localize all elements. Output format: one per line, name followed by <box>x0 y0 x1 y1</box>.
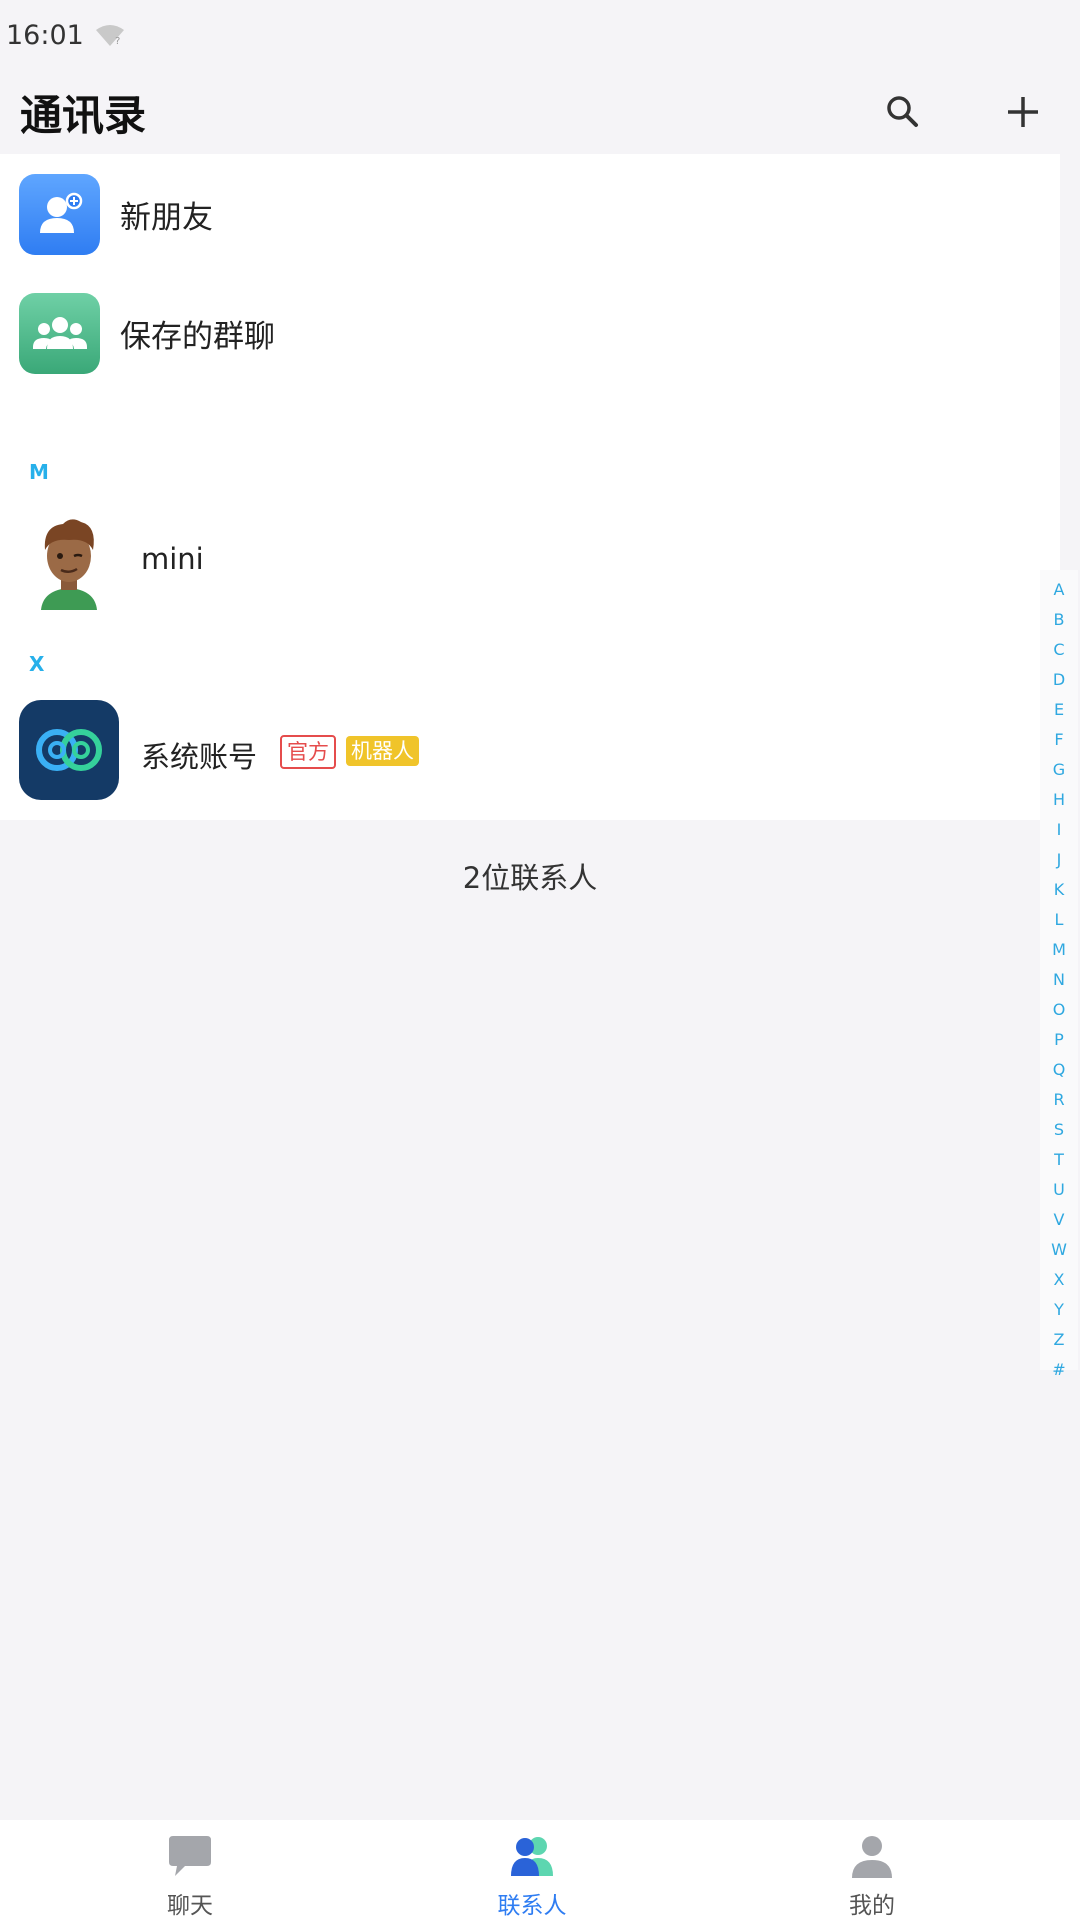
system-logo-avatar <box>19 700 119 800</box>
index-letter[interactable]: C <box>1040 640 1078 659</box>
index-letter[interactable]: N <box>1040 970 1078 989</box>
index-letter[interactable]: G <box>1040 760 1078 779</box>
add-friend-icon <box>19 174 100 255</box>
group-icon <box>19 293 100 374</box>
index-letter[interactable]: J <box>1040 850 1078 869</box>
search-icon <box>887 96 918 127</box>
index-letter[interactable]: Q <box>1040 1060 1078 1079</box>
index-letter[interactable]: E <box>1040 700 1078 719</box>
index-letter[interactable]: R <box>1040 1090 1078 1109</box>
tab-chat[interactable]: 聊天 <box>130 1820 250 1920</box>
search-button[interactable] <box>875 84 931 140</box>
new-friends-entry[interactable]: 新朋友 <box>0 174 1040 255</box>
index-letter[interactable]: D <box>1040 670 1078 689</box>
index-letter[interactable]: T <box>1040 1150 1078 1169</box>
official-badge: 官方 <box>280 735 336 769</box>
index-letter[interactable]: S <box>1040 1120 1078 1139</box>
section-header-m: M <box>29 460 49 484</box>
bottom-tab-bar: 聊天 联系人 我的 <box>0 1820 1080 1920</box>
contact-row[interactable]: mini <box>0 510 1040 610</box>
index-letter[interactable]: Y <box>1040 1300 1078 1319</box>
tab-chat-label: 聊天 <box>167 1893 213 1919</box>
index-letter[interactable]: F <box>1040 730 1078 749</box>
index-letter[interactable]: M <box>1040 940 1078 959</box>
saved-groups-entry[interactable]: 保存的群聊 <box>0 293 1040 374</box>
index-letter[interactable]: A <box>1040 580 1078 599</box>
profile-icon <box>852 1836 892 1878</box>
header: 通讯录 <box>0 70 1080 154</box>
index-letter[interactable]: X <box>1040 1270 1078 1289</box>
index-letter[interactable]: V <box>1040 1210 1078 1229</box>
new-friends-label: 新朋友 <box>120 200 213 236</box>
index-letter[interactable]: I <box>1040 820 1078 839</box>
tab-me-label: 我的 <box>849 1893 895 1919</box>
contact-count: 2位联系人 <box>462 861 598 895</box>
section-header-x: X <box>29 652 45 676</box>
plus-icon <box>1008 97 1038 127</box>
index-letter[interactable]: B <box>1040 610 1078 629</box>
svg-text:?: ? <box>115 36 120 47</box>
contact-row[interactable]: 系统账号 官方 机器人 <box>0 700 1040 800</box>
index-letter[interactable]: K <box>1040 880 1078 899</box>
add-button[interactable] <box>995 84 1051 140</box>
index-letter[interactable]: # <box>1040 1360 1078 1379</box>
tab-contacts-label: 联系人 <box>497 1893 567 1919</box>
index-letter[interactable]: L <box>1040 910 1078 929</box>
saved-groups-label: 保存的群聊 <box>120 319 275 355</box>
contact-name: mini <box>141 542 204 576</box>
index-letter[interactable]: W <box>1040 1240 1078 1259</box>
status-time: 16:01 <box>6 19 84 51</box>
cartoon-man-avatar <box>19 510 119 610</box>
contact-name: 系统账号 <box>141 740 258 774</box>
robot-badge: 机器人 <box>346 736 419 766</box>
wifi-icon: ? <box>95 25 124 47</box>
status-bar: 16:01 ? <box>0 0 1080 70</box>
contacts-icon <box>511 1837 553 1876</box>
alphabet-index[interactable]: A B C D E F G H I J K L M N O P Q R S T U V W X Y Z # <box>1040 570 1078 1379</box>
index-letter[interactable]: U <box>1040 1180 1078 1199</box>
index-letter[interactable]: Z <box>1040 1330 1078 1349</box>
index-letter[interactable]: H <box>1040 790 1078 809</box>
page-title: 通讯录 <box>20 90 147 140</box>
index-letter[interactable]: O <box>1040 1000 1078 1019</box>
chat-bubble-icon <box>169 1836 211 1876</box>
tab-contacts[interactable]: 联系人 <box>472 1820 592 1920</box>
tab-me[interactable]: 我的 <box>812 1820 932 1920</box>
index-letter[interactable]: P <box>1040 1030 1078 1049</box>
